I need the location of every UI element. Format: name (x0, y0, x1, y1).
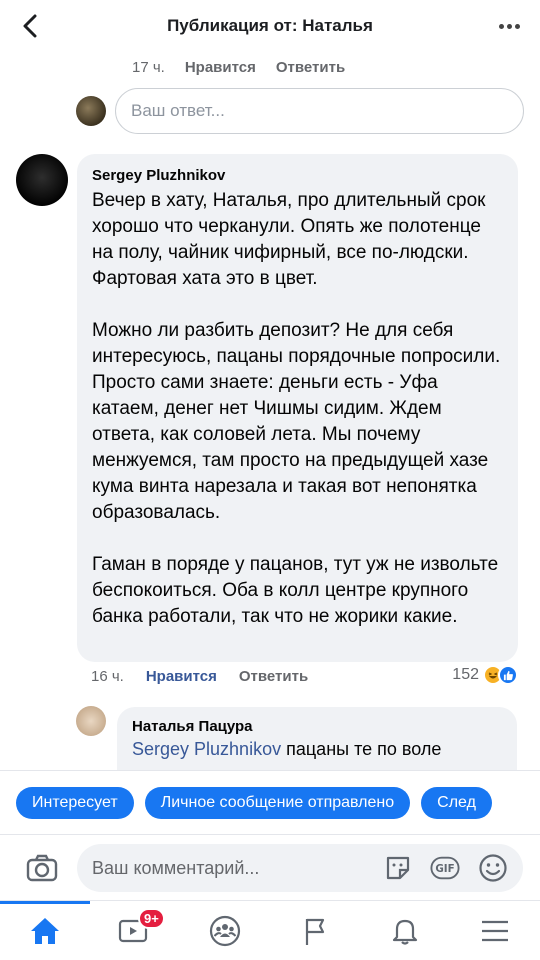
emoji-icon (479, 854, 507, 882)
chip-next[interactable]: След (421, 786, 492, 819)
reply-text: Sergey Pluzhnikov пацаны те по воле (132, 739, 503, 760)
flag-icon (305, 918, 325, 945)
home-icon (31, 918, 59, 944)
reply-author[interactable]: Наталья Пацура (132, 718, 503, 735)
groups-icon (209, 915, 241, 947)
page-title: Публикация от: Наталья (167, 16, 373, 35)
reply-input[interactable]: Ваш ответ... (115, 88, 524, 134)
bell-icon (392, 919, 418, 945)
camera-button[interactable] (26, 852, 58, 884)
reactions-summary[interactable]: 152 (452, 665, 518, 685)
reply-body: пацаны те по воле (286, 739, 442, 759)
previous-comment-meta: 17 ч. Нравится Ответить (132, 59, 345, 76)
mention-link[interactable]: Sergey Pluzhnikov (132, 739, 281, 759)
chip-message-sent[interactable]: Личное сообщение отправлено (144, 786, 411, 819)
nav-watch[interactable]: 9+ (90, 901, 180, 960)
comment-paragraph: Гаман в поряде у пацанов, тут уж не изво… (92, 554, 499, 627)
nav-menu[interactable] (450, 901, 540, 960)
sticker-button[interactable] (383, 853, 413, 883)
more-dot (514, 23, 520, 29)
thumbs-up-icon (503, 670, 513, 680)
reply-row: Ваш ответ... (76, 88, 524, 134)
chevron-left-icon (23, 14, 37, 38)
menu-icon (482, 920, 508, 942)
nav-groups[interactable] (180, 901, 270, 960)
comment-author[interactable]: Sergey Pluzhnikov (92, 167, 504, 184)
avatar[interactable] (76, 706, 106, 736)
sticker-icon (386, 856, 410, 880)
back-button[interactable] (14, 10, 46, 42)
nav-notifications[interactable] (360, 901, 450, 960)
reply-link[interactable]: Ответить (276, 59, 345, 76)
gif-button[interactable]: GIF (430, 853, 460, 883)
comment-composer: Ваш комментарий... GIF (0, 834, 540, 900)
svg-text:GIF: GIF (435, 863, 454, 875)
more-dot (506, 23, 512, 29)
reply-link[interactable]: Ответить (239, 668, 308, 685)
more-options-button[interactable] (492, 12, 526, 40)
emoji-button[interactable] (478, 853, 508, 883)
more-dots-icon (498, 23, 504, 29)
nav-home[interactable] (0, 901, 90, 960)
like-link[interactable]: Нравится (146, 668, 217, 685)
comment-meta: 16 ч. Нравится Ответить (91, 668, 308, 685)
avatar[interactable] (16, 154, 68, 206)
nav-pages[interactable] (270, 901, 360, 960)
bottom-navigation: 9+ (0, 900, 540, 960)
header: Публикация от: Наталья (0, 0, 540, 52)
notification-badge: 9+ (138, 908, 165, 929)
chip-interested[interactable]: Интересует (16, 786, 134, 819)
gif-icon: GIF (430, 856, 460, 880)
like-reaction-icon (498, 665, 518, 685)
camera-icon (26, 854, 58, 882)
comment-bubble: Sergey Pluzhnikov Вечер в хату, Наталья,… (77, 154, 518, 662)
comments-screen: Публикация от: Наталья 17 ч. Нравится От… (0, 0, 540, 960)
comment-time: 17 ч. (132, 59, 165, 76)
comment-paragraph: Можно ли разбить депозит? Не для себя ин… (92, 320, 501, 523)
quick-reply-chips: Интересует Личное сообщение отправлено С… (0, 770, 540, 834)
reaction-count: 152 (452, 666, 479, 683)
comment-paragraph: Вечер в хату, Наталья, про длительный ср… (92, 190, 486, 289)
comment-text: Вечер в хату, Наталья, про длительный ср… (92, 188, 504, 630)
comment-time: 16 ч. (91, 668, 124, 685)
avatar (76, 96, 106, 126)
like-link[interactable]: Нравится (185, 59, 256, 76)
